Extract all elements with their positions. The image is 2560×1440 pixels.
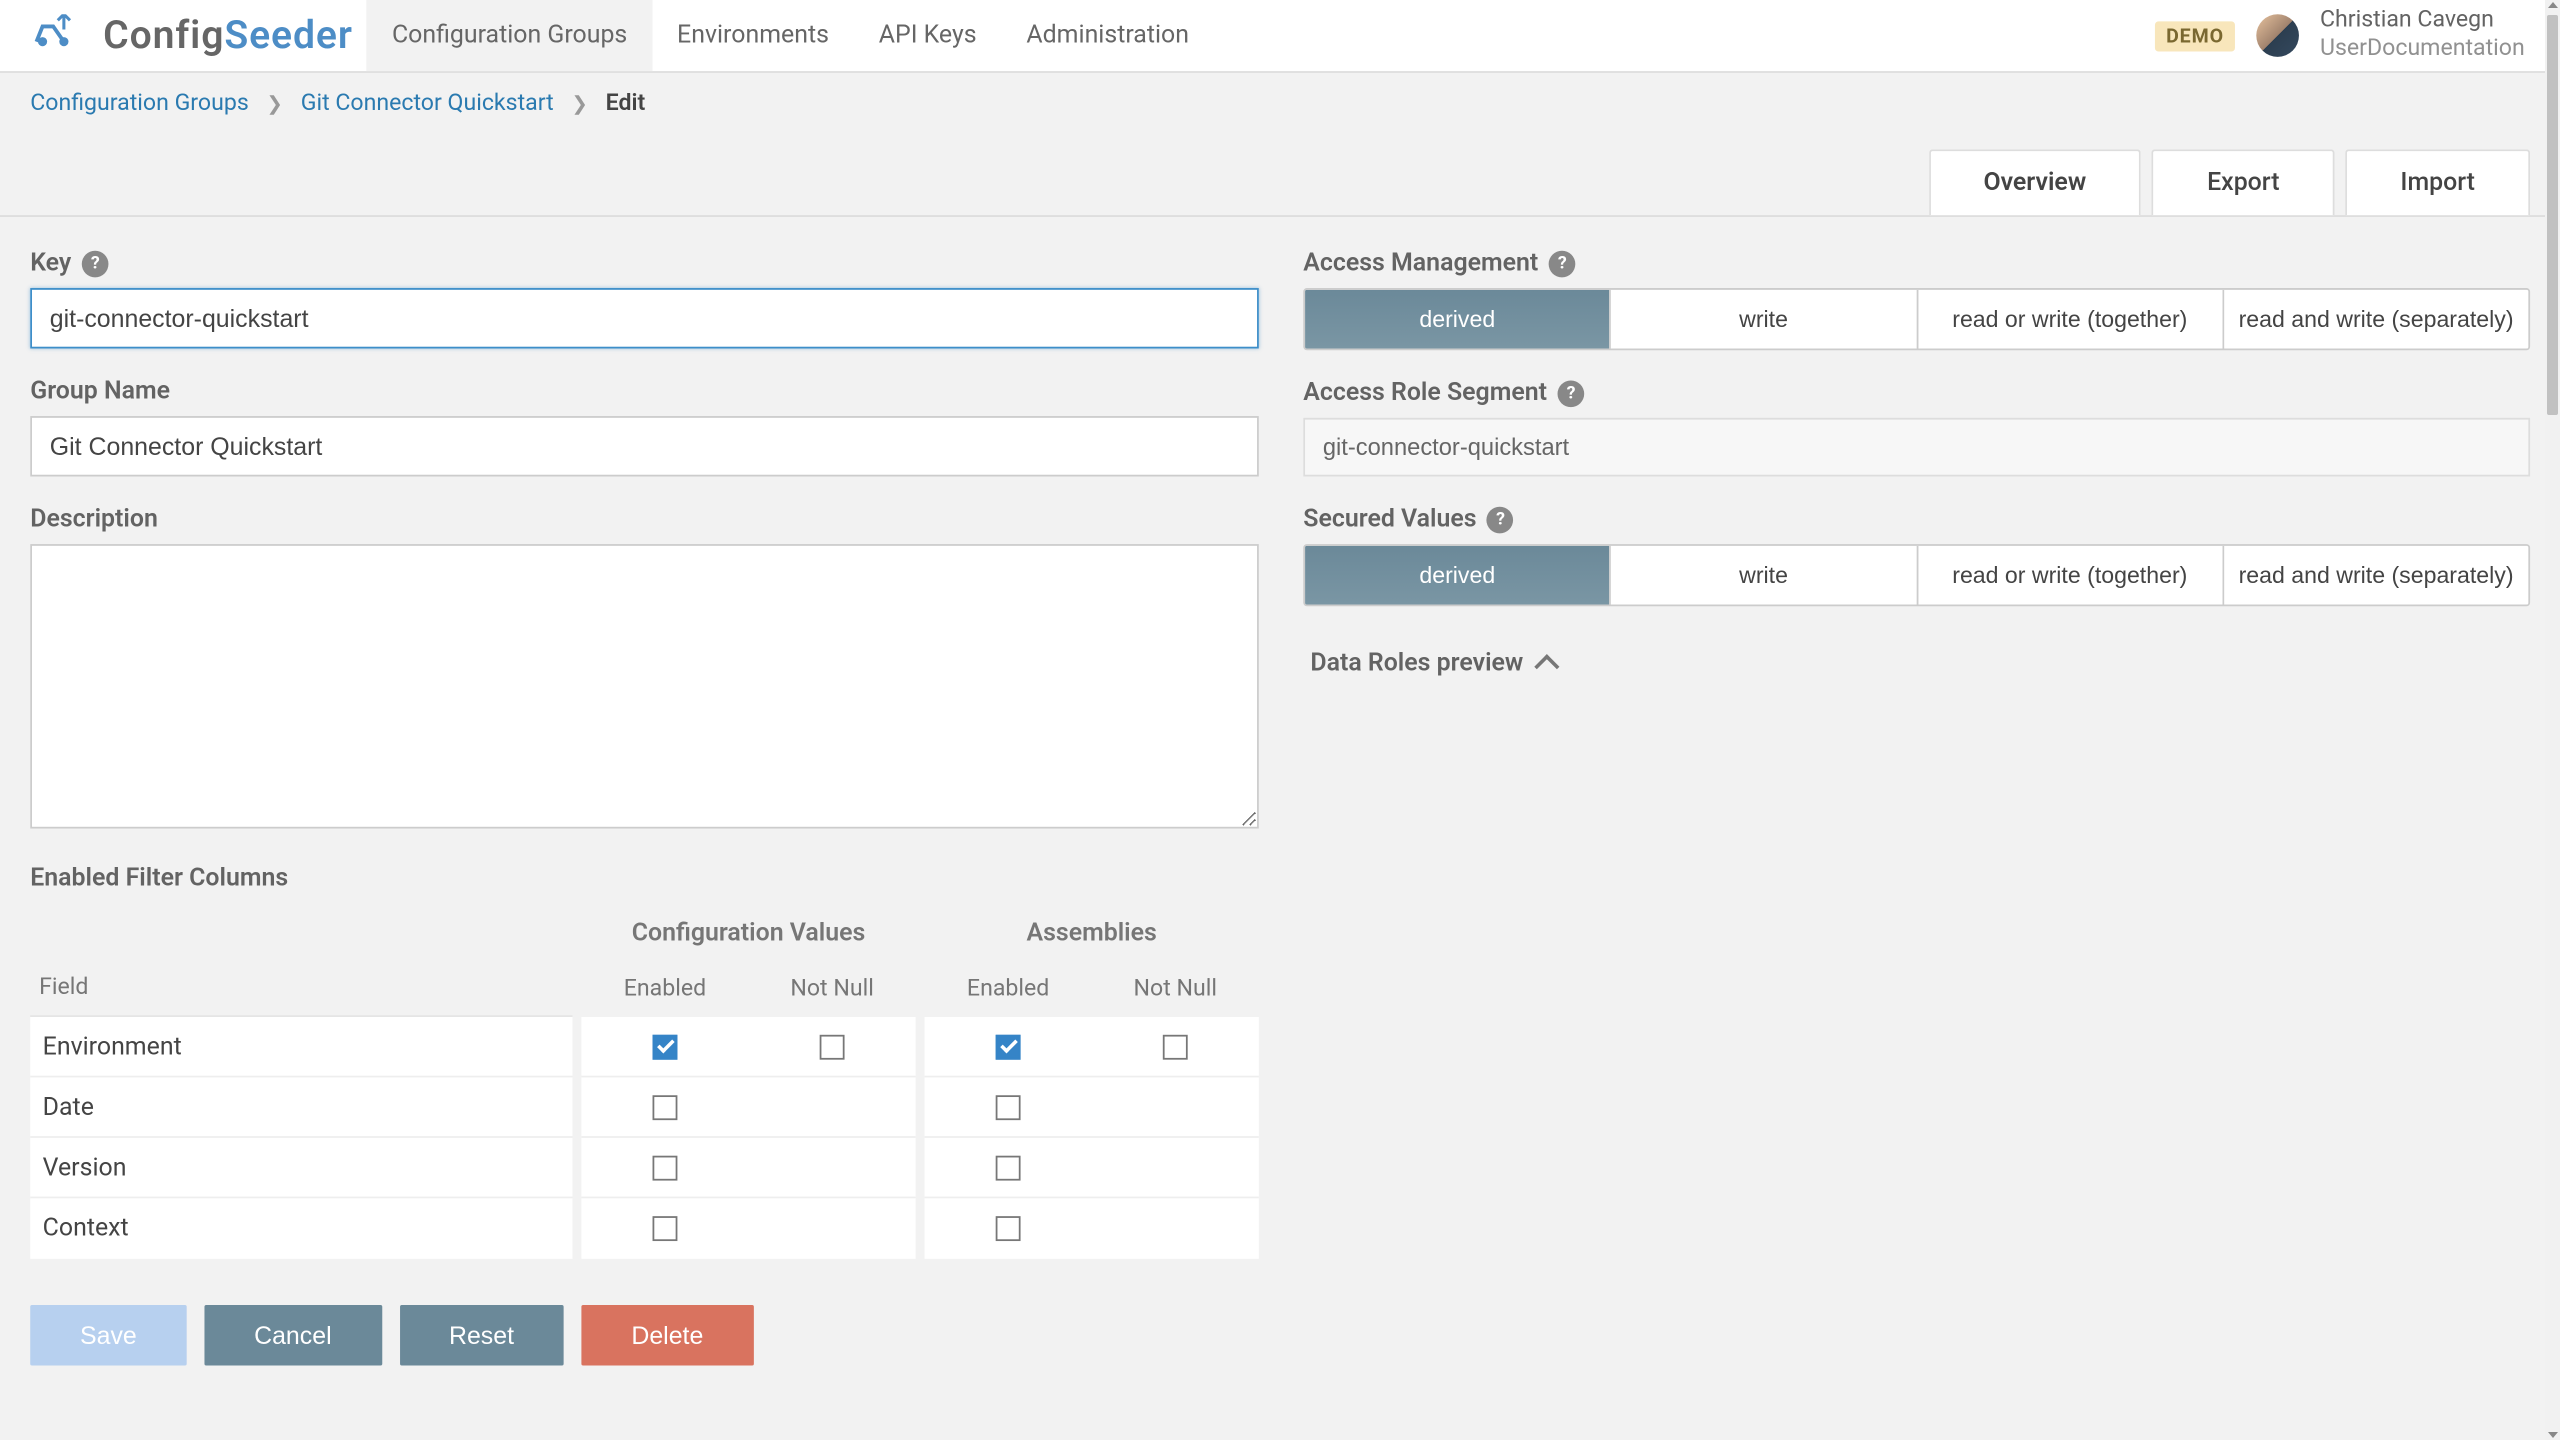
filter-row-version: Version [30, 1153, 126, 1181]
filter-row-context: Context [30, 1214, 128, 1242]
logo-text: ConfigSeeder [103, 13, 353, 57]
column-config-values: Configuration Values [581, 910, 915, 962]
key-input[interactable] [30, 288, 1259, 348]
checkbox-cv-date-enabled[interactable] [653, 1094, 678, 1119]
chevron-right-icon: ❯ [267, 92, 283, 115]
chevron-right-icon: ❯ [571, 92, 587, 115]
checkbox-cv-context-enabled[interactable] [653, 1216, 678, 1241]
access-mgmt-write[interactable]: write [1611, 290, 1917, 349]
help-icon[interactable]: ? [1558, 380, 1585, 407]
logo-icon [27, 14, 89, 57]
access-mgmt-row-together[interactable]: read or write (together) [1918, 290, 2224, 349]
access-mgmt-row-separate[interactable]: read and write (separately) [2224, 290, 2528, 349]
checkbox-asm-env-enabled[interactable] [996, 1034, 1021, 1059]
reset-button[interactable]: Reset [399, 1305, 564, 1365]
nav-configuration-groups[interactable]: Configuration Groups [367, 0, 652, 71]
logo[interactable]: ConfigSeeder [27, 0, 353, 71]
checkbox-cv-version-enabled[interactable] [653, 1155, 678, 1180]
group-name-label: Group Name [30, 377, 1259, 405]
checkbox-cv-env-enabled[interactable] [653, 1034, 678, 1059]
tab-overview[interactable]: Overview [1928, 149, 2141, 215]
breadcrumb-current: Edit [606, 91, 646, 118]
filter-field-header: Field [30, 960, 572, 1017]
nav-api-keys[interactable]: API Keys [854, 0, 1002, 71]
secured-row-separate[interactable]: read and write (separately) [2224, 546, 2528, 605]
help-icon[interactable]: ? [82, 250, 109, 277]
access-management-label: Access Management ? [1303, 249, 2530, 277]
avatar[interactable] [2256, 14, 2299, 57]
secured-values-label: Secured Values ? [1303, 505, 2530, 533]
main-nav: Configuration Groups Environments API Ke… [367, 0, 1214, 71]
user-info[interactable]: Christian Cavegn UserDocumentation [2320, 8, 2525, 63]
scroll-up-icon[interactable] [2548, 2, 2558, 8]
secured-values-group: derived write read or write (together) r… [1303, 544, 2530, 606]
help-icon[interactable]: ? [1549, 250, 1576, 277]
cancel-button[interactable]: Cancel [204, 1305, 381, 1365]
chevron-up-icon [1534, 654, 1559, 679]
save-button[interactable]: Save [30, 1305, 186, 1365]
user-role: UserDocumentation [2320, 36, 2525, 64]
help-icon[interactable]: ? [1487, 506, 1514, 533]
breadcrumb-link-1[interactable]: Configuration Groups [30, 91, 249, 118]
key-label: Key ? [30, 249, 1259, 277]
secured-row-together[interactable]: read or write (together) [1918, 546, 2224, 605]
user-name: Christian Cavegn [2320, 8, 2525, 36]
subhead-enabled: Enabled [581, 962, 748, 1017]
checkbox-cv-env-notnull[interactable] [820, 1034, 845, 1059]
subhead-notnull-2: Not Null [1092, 962, 1259, 1017]
nav-administration[interactable]: Administration [1002, 0, 1214, 71]
tab-export[interactable]: Export [2152, 149, 2335, 215]
subhead-notnull: Not Null [749, 962, 916, 1017]
breadcrumb: Configuration Groups ❯ Git Connector Qui… [0, 73, 2560, 132]
app-header: ConfigSeeder Configuration Groups Enviro… [0, 0, 2560, 73]
checkbox-asm-context-enabled[interactable] [996, 1216, 1021, 1241]
filter-row-date: Date [30, 1093, 94, 1121]
checkbox-asm-date-enabled[interactable] [996, 1094, 1021, 1119]
data-roles-preview[interactable]: Data Roles preview [1303, 649, 2530, 677]
access-management-group: derived write read or write (together) r… [1303, 288, 2530, 350]
filter-row-environment: Environment [30, 1032, 182, 1060]
description-label: Description [30, 505, 1259, 533]
scroll-down-icon[interactable] [2548, 1432, 2558, 1438]
access-mgmt-derived[interactable]: derived [1305, 290, 1611, 349]
access-role-segment-input [1303, 418, 2530, 477]
delete-button[interactable]: Delete [582, 1305, 754, 1365]
tab-import[interactable]: Import [2345, 149, 2530, 215]
breadcrumb-link-2[interactable]: Git Connector Quickstart [301, 91, 554, 118]
scrollbar-thumb[interactable] [2547, 15, 2558, 415]
access-role-segment-label: Access Role Segment ? [1303, 379, 2530, 407]
description-input[interactable] [30, 544, 1259, 828]
subhead-enabled-2: Enabled [925, 962, 1092, 1017]
checkbox-asm-env-notnull[interactable] [1163, 1034, 1188, 1059]
demo-badge: DEMO [2155, 20, 2234, 50]
group-name-input[interactable] [30, 416, 1259, 476]
tabs: Overview Export Import [0, 132, 2560, 217]
checkbox-asm-version-enabled[interactable] [996, 1155, 1021, 1180]
vertical-scrollbar[interactable] [2545, 0, 2560, 1440]
filter-columns-label: Enabled Filter Columns [30, 864, 1259, 892]
secured-derived[interactable]: derived [1305, 546, 1611, 605]
secured-write[interactable]: write [1611, 546, 1917, 605]
column-assemblies: Assemblies [925, 910, 1259, 962]
nav-environments[interactable]: Environments [652, 0, 854, 71]
